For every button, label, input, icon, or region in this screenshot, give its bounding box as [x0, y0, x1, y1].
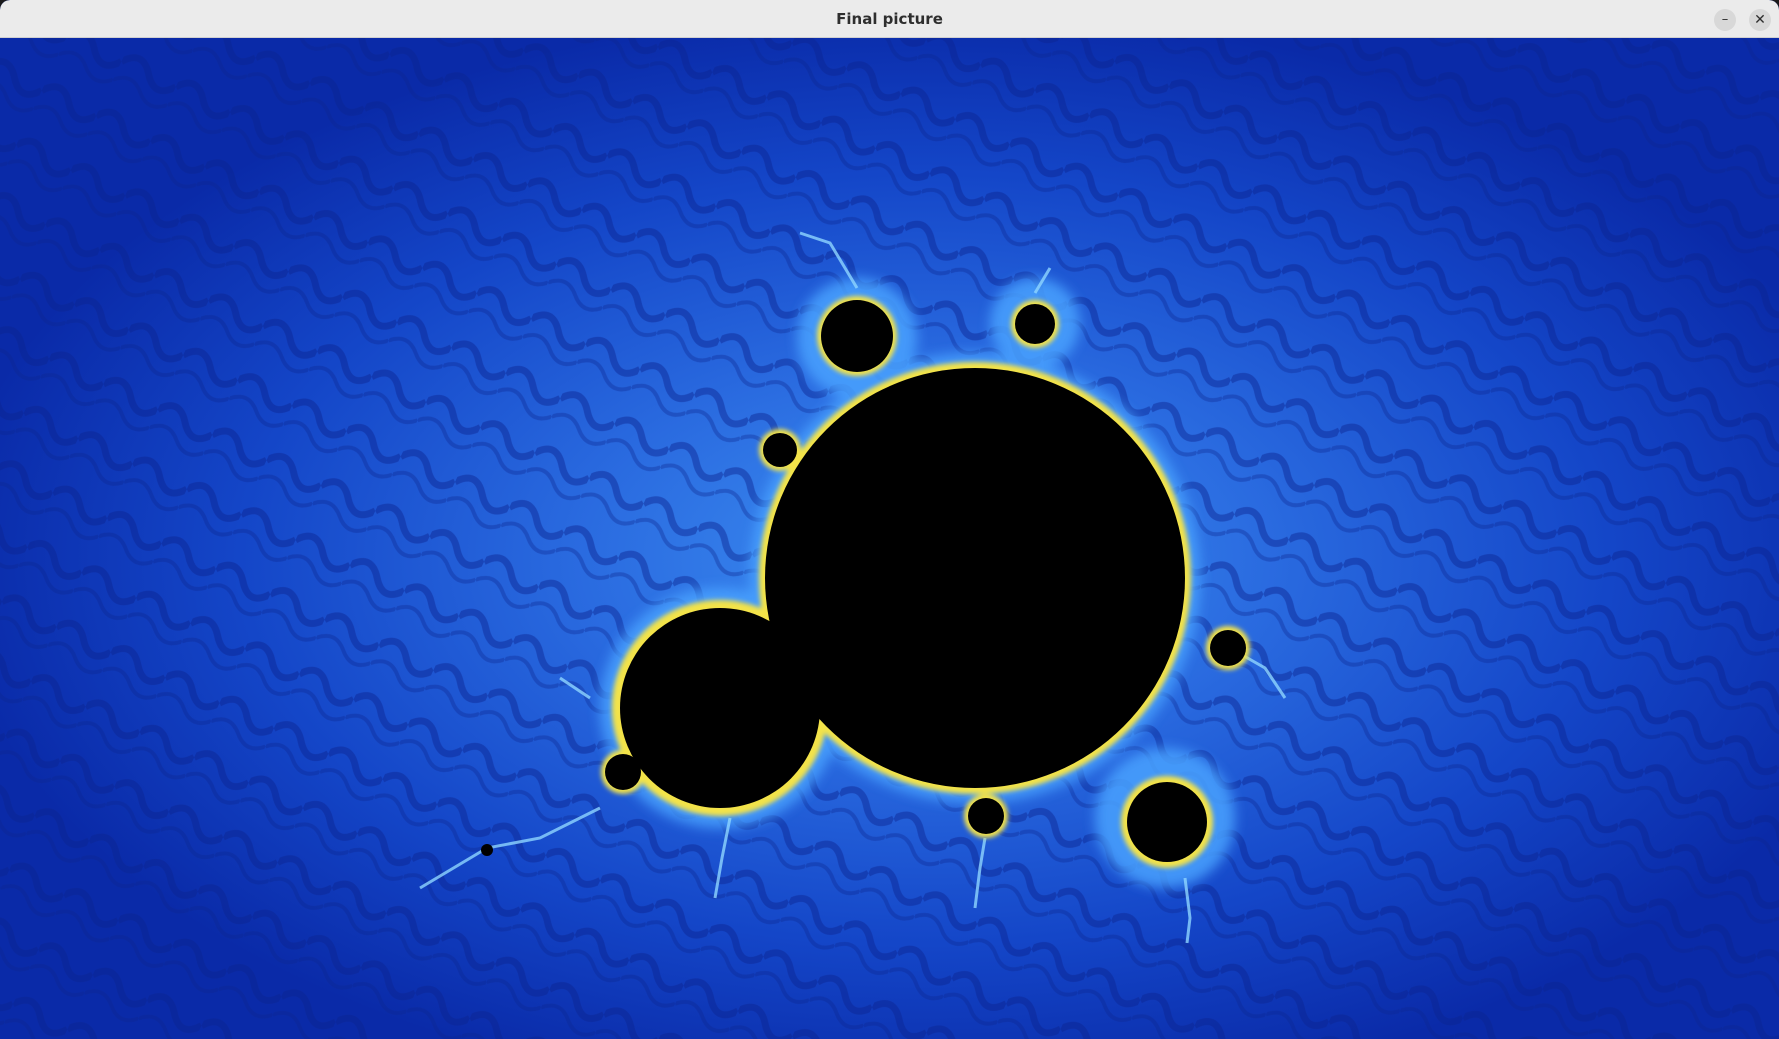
titlebar[interactable]: Final picture – ✕: [0, 0, 1779, 38]
mandelbrot-image: [0, 38, 1779, 1039]
close-button[interactable]: ✕: [1749, 9, 1771, 31]
minimize-button[interactable]: –: [1714, 9, 1736, 31]
window-title: Final picture: [836, 10, 943, 28]
fractal-canvas[interactable]: [0, 38, 1779, 1039]
app-window: Final picture – ✕: [0, 0, 1779, 1039]
